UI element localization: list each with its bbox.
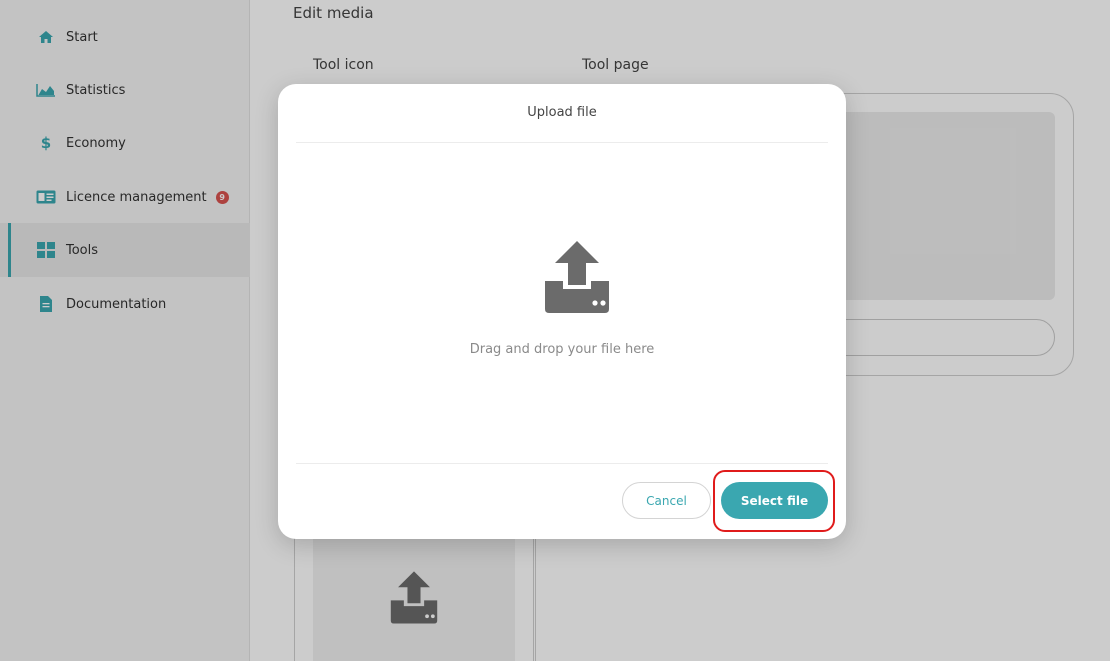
file-drop-zone[interactable]: Drag and drop your file here [296,143,828,463]
drop-instructions: Drag and drop your file here [469,342,655,357]
upload-file-dialog: Upload file Drag and drop your file here… [278,84,846,539]
dialog-title: Upload file [527,105,597,120]
select-file-button[interactable]: Select file [721,482,828,519]
upload-icon [545,241,609,313]
divider [296,463,828,464]
cancel-button[interactable]: Cancel [622,482,711,519]
